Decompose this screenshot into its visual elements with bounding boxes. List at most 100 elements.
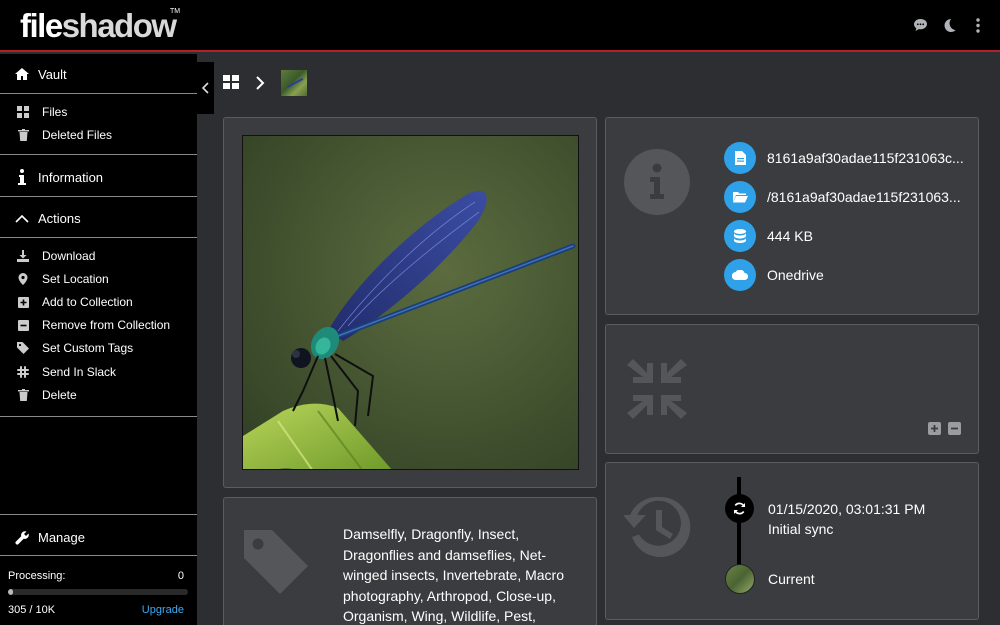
sidebar-divider xyxy=(0,154,197,155)
file-size-value: 444 KB xyxy=(767,228,813,244)
sidebar-divider xyxy=(0,514,197,515)
sidebar-item-label: Manage xyxy=(38,529,85,545)
sidebar-item-information[interactable]: Information xyxy=(0,157,197,197)
info-row-filename: 8161a9af30adae115f231063c... xyxy=(724,142,964,174)
sidebar-item-label: Files xyxy=(42,105,68,119)
history-icon xyxy=(624,496,691,557)
dragonfly-image xyxy=(243,190,576,469)
file-source-value: Onedrive xyxy=(767,267,824,283)
collapse-sidebar-button[interactable] xyxy=(197,62,214,114)
sidebar-divider xyxy=(0,93,197,94)
sidebar-divider xyxy=(0,555,197,556)
breadcrumb xyxy=(223,70,307,96)
moon-icon[interactable] xyxy=(941,16,957,34)
chevron-right-icon xyxy=(255,76,265,90)
app-logo[interactable]: fileshadow TM xyxy=(20,6,180,46)
file-info-card: 8161a9af30adae115f231063c... /8161a9af30… xyxy=(605,117,979,315)
add-collection-button[interactable] xyxy=(928,422,941,435)
sidebar-item-label: Add to Collection xyxy=(42,295,133,309)
info-row-path: /8161a9af30adae115f231063... xyxy=(724,181,961,213)
chevron-up-icon xyxy=(14,210,30,226)
breadcrumb-file-thumbnail[interactable] xyxy=(281,70,307,96)
processing-count: 0 xyxy=(177,570,184,582)
tag-icon xyxy=(17,342,29,354)
tags-card: Damselfly, Dragonfly, Insect, Dragonflie… xyxy=(223,497,597,625)
info-row-size: 444 KB xyxy=(724,220,813,252)
sync-icon xyxy=(734,502,745,515)
top-bar: fileshadow TM xyxy=(0,0,1000,52)
sidebar-action-download[interactable]: Download xyxy=(0,245,197,267)
chat-icon[interactable] xyxy=(912,16,928,34)
plus-icon xyxy=(931,425,938,432)
logo-trademark: TM xyxy=(170,8,181,15)
sidebar-action-delete[interactable]: Delete xyxy=(0,384,197,406)
tags-list: Damselfly, Dragonfly, Insect, Dragonflie… xyxy=(343,526,564,624)
wrench-icon xyxy=(14,529,30,545)
sidebar-item-files[interactable]: Files xyxy=(0,101,197,123)
sidebar-item-label: Information xyxy=(38,169,104,185)
sidebar-item-label: Actions xyxy=(38,210,81,226)
sidebar-item-vault[interactable]: Vault xyxy=(0,54,197,94)
sidebar-action-add-to-collection[interactable]: Add to Collection xyxy=(0,291,197,313)
plus-square-icon xyxy=(17,296,29,308)
logo-text-shadow: shadow xyxy=(61,7,177,44)
chevron-left-icon xyxy=(202,82,209,94)
sidebar-divider xyxy=(0,196,197,197)
file-name-value: 8161a9af30adae115f231063c... xyxy=(767,150,964,166)
map-pin-icon xyxy=(17,273,29,285)
sidebar-action-remove-from-collection[interactable]: Remove from Collection xyxy=(0,314,197,336)
sidebar: Vault Files Deleted Files Information Ac… xyxy=(0,54,197,625)
logo-text-file: file xyxy=(20,7,63,44)
image-preview[interactable] xyxy=(242,135,579,470)
upgrade-link[interactable]: Upgrade xyxy=(142,604,184,616)
sidebar-divider xyxy=(0,237,197,238)
trash-icon xyxy=(17,129,29,141)
sidebar-item-label: Delete xyxy=(42,388,77,402)
info-icon xyxy=(14,169,30,185)
history-current-label[interactable]: Current xyxy=(768,571,815,587)
remove-collection-button[interactable] xyxy=(948,422,961,435)
tag-icon xyxy=(244,530,308,594)
processing-label: Processing: xyxy=(8,570,66,582)
sidebar-action-set-custom-tags[interactable]: Set Custom Tags xyxy=(0,337,197,359)
sidebar-item-label: Remove from Collection xyxy=(42,318,171,332)
sidebar-item-label: Set Custom Tags xyxy=(42,341,134,355)
sidebar-item-label: Vault xyxy=(38,66,67,82)
slack-icon xyxy=(17,366,29,378)
storage-usage-text: 305 / 10K xyxy=(8,604,56,616)
info-row-source: Onedrive xyxy=(724,259,824,291)
grid-icon xyxy=(17,106,29,118)
sidebar-item-label: Send In Slack xyxy=(42,365,117,379)
history-timestamp: 01/15/2020, 03:01:31 PM xyxy=(768,501,926,517)
file-path-value: /8161a9af30adae115f231063... xyxy=(767,189,961,205)
minus-icon xyxy=(951,427,958,430)
storage-usage-fill xyxy=(8,589,14,595)
minus-square-icon xyxy=(17,319,29,331)
database-icon xyxy=(724,220,756,252)
cloud-icon xyxy=(724,259,756,291)
sidebar-action-set-location[interactable]: Set Location xyxy=(0,268,197,290)
collections-card xyxy=(605,324,979,454)
info-circle-icon xyxy=(624,149,690,215)
history-event-label: Initial sync xyxy=(768,521,834,537)
more-vertical-icon[interactable] xyxy=(970,16,986,34)
sync-event-node xyxy=(725,494,754,523)
trash-icon xyxy=(17,389,29,401)
sidebar-item-deleted-files[interactable]: Deleted Files xyxy=(0,124,197,146)
sidebar-item-label: Deleted Files xyxy=(42,128,113,142)
compress-arrows-icon xyxy=(627,359,687,419)
storage-usage-bar xyxy=(8,589,188,595)
processing-panel: Processing: 0 305 / 10K Upgrade xyxy=(0,558,197,625)
file-icon xyxy=(724,142,756,174)
sidebar-item-manage[interactable]: Manage xyxy=(0,517,197,557)
folder-open-icon xyxy=(724,181,756,213)
sidebar-divider xyxy=(0,416,197,417)
history-card: 01/15/2020, 03:01:31 PM Initial sync Cur… xyxy=(605,462,979,620)
sidebar-section-actions[interactable]: Actions xyxy=(0,198,197,238)
sidebar-action-send-in-slack[interactable]: Send In Slack xyxy=(0,361,197,383)
preview-card xyxy=(223,117,597,488)
grid-view-icon[interactable] xyxy=(223,75,239,91)
download-icon xyxy=(17,250,29,262)
home-icon xyxy=(14,66,30,82)
current-version-thumbnail[interactable] xyxy=(725,564,755,594)
